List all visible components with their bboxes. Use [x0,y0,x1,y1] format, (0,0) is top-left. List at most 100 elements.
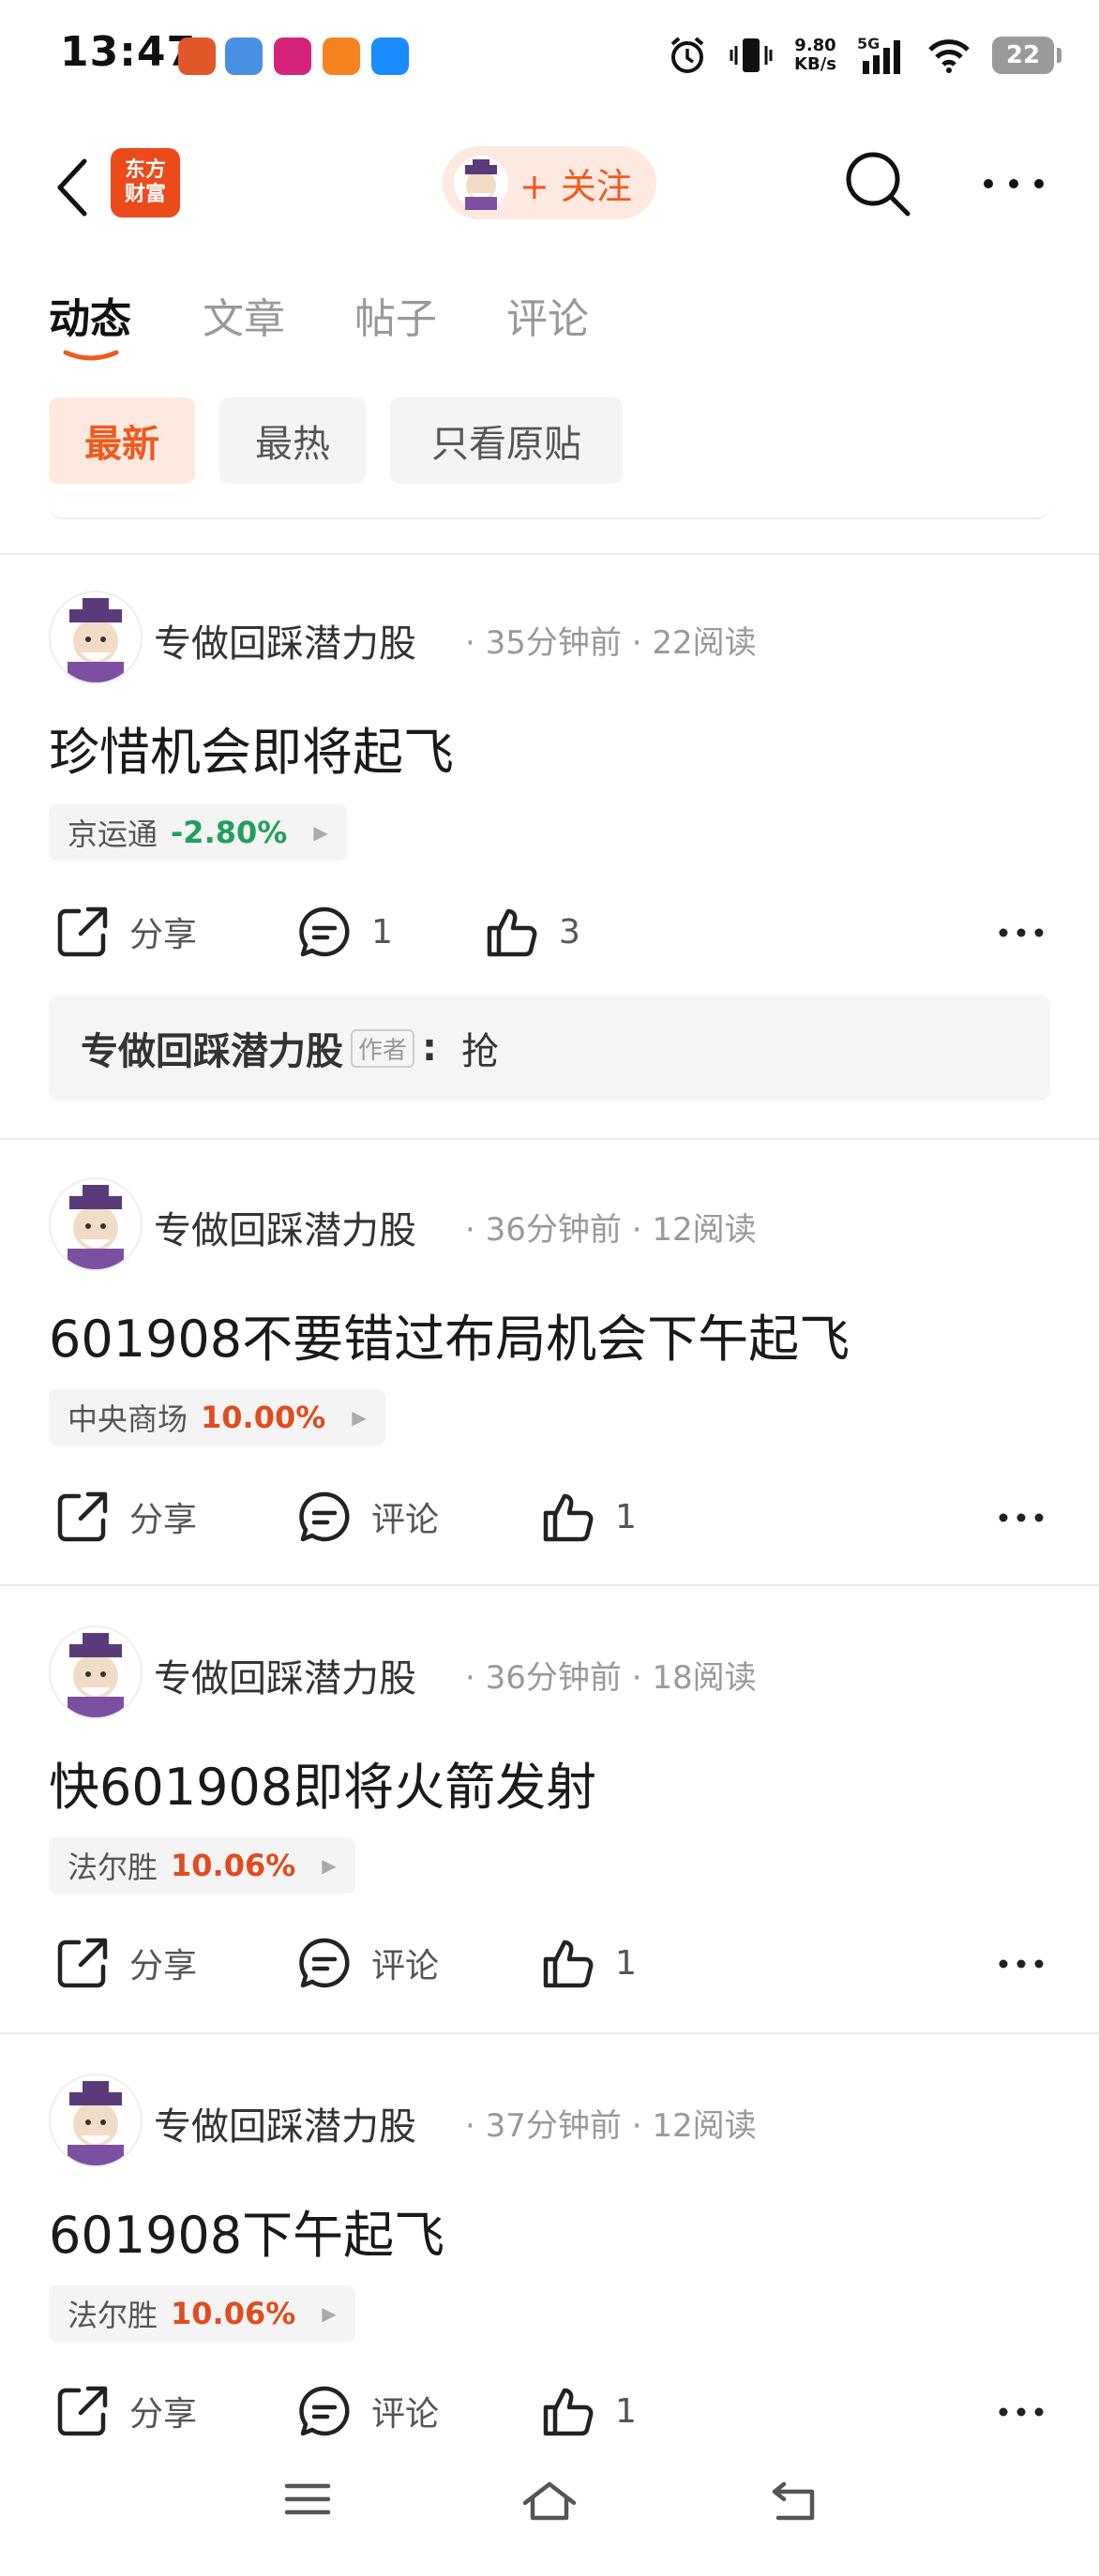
share-button[interactable]: 分享 [54,2383,197,2439]
share-icon [57,1938,108,1988]
stock-tag[interactable]: 中央商场 10.00% ▶ [49,1389,385,1445]
stock-name: 中央商场 [68,1401,188,1437]
comment-button[interactable]: 评论 [296,2383,439,2439]
comment-label: 评论 [371,2395,440,2434]
post-time: 36分钟前 [485,1211,622,1249]
stock-name: 法尔胜 [68,1850,158,1885]
author-avatar[interactable] [49,1625,143,1719]
tab-posts[interactable]: 帖子 [354,285,437,345]
post-more-icon[interactable] [998,1511,1045,1524]
like-button[interactable]: 1 [540,2383,637,2439]
comment-label: 评论 [371,1501,440,1539]
post-more-icon[interactable] [998,2405,1045,2419]
post-time: 37分钟前 [485,2107,622,2145]
wifi-icon [928,39,970,73]
net-unit: KB/s [794,54,836,74]
share-icon [57,1491,108,1542]
share-button[interactable]: 分享 [54,904,197,960]
share-icon [57,906,108,957]
stock-tag[interactable]: 京运通 -2.80% ▶ [49,804,347,861]
filter-original-only[interactable]: 只看原贴 [390,397,623,484]
home-nav-icon[interactable] [519,2479,580,2524]
author-name[interactable]: 专做回踩潜力股 [154,1648,416,1702]
author-name[interactable]: 专做回踩潜力股 [154,613,416,667]
author-avatar[interactable] [49,2074,143,2167]
comment-icon [299,2386,350,2436]
follow-button[interactable]: + 关注 [443,146,656,219]
signal-label: 5G [857,35,881,52]
back-arrow-icon[interactable] [49,150,101,225]
thumbs-up-icon [543,1939,594,1988]
post-title[interactable]: 快601908即将火箭发射 [49,1745,596,1820]
play-arrow-icon: ▶ [322,2302,337,2325]
vibrate-icon [730,38,773,72]
status-icons: 9.80 KB/s 5G 22 [667,28,1061,82]
filter-hot[interactable]: 最热 [219,397,366,484]
post-more-icon[interactable] [998,1957,1045,1970]
share-label: 分享 [129,2395,198,2434]
share-label: 分享 [129,1501,198,1539]
like-button[interactable]: 3 [484,904,580,960]
post-time: 35分钟前 [485,624,622,662]
eastmoney-logo: 东方财富 [111,148,180,217]
filter-latest[interactable]: 最新 [49,397,195,484]
tab-articles[interactable]: 文章 [203,285,285,345]
post-meta: · 37分钟前 · 12阅读 [465,2107,757,2145]
thumbs-up-icon [543,1493,594,1542]
comment-text: 抢 [461,1030,500,1073]
like-count: 1 [615,1943,637,1983]
comment-colon: : [422,1026,438,1070]
divider [0,2032,1099,2034]
menu-nav-icon[interactable] [283,2479,332,2520]
post-time: 36分钟前 [485,1659,622,1697]
back-nav-icon[interactable] [769,2479,821,2524]
play-arrow-icon: ▶ [352,1406,367,1429]
post-title[interactable]: 珍惜机会即将起飞 [49,711,454,785]
stock-tag[interactable]: 法尔胜 10.06% ▶ [49,2285,355,2342]
share-button[interactable]: 分享 [54,1935,197,1991]
thumbs-up-icon [543,2388,594,2436]
post-meta: · 36分钟前 · 12阅读 [465,1211,757,1249]
stock-tag[interactable]: 法尔胜 10.06% ▶ [49,1837,355,1894]
search-icon[interactable] [842,148,913,219]
post-more-icon[interactable] [998,926,1045,939]
notification-app-icon [225,37,263,75]
play-arrow-icon: ▶ [313,821,328,844]
comment-author: 专做回踩潜力股 [81,1030,343,1073]
like-count: 1 [615,2391,637,2431]
comment-label: 评论 [371,1947,440,1985]
alarm-icon [670,37,704,73]
comment-button[interactable]: 1 [296,904,393,960]
author-avatar[interactable] [49,591,143,684]
stock-change: 10.06% [171,2296,296,2331]
battery-indicator: 22 [992,37,1061,74]
logo-text: 东方财富 [124,158,166,206]
post-reads: 22阅读 [652,624,757,662]
post-title[interactable]: 601908不要错过布局机会下午起飞 [49,1297,850,1371]
post-reads: 12阅读 [652,2107,757,2145]
post-reads: 18阅读 [652,1659,757,1697]
divider [0,1584,1099,1586]
post-meta: · 36分钟前 · 18阅读 [465,1659,757,1697]
tab-comments[interactable]: 评论 [506,285,589,345]
like-button[interactable]: 1 [540,1935,637,1991]
tab-dynamic[interactable]: 动态 [49,285,131,345]
comment-preview[interactable]: 专做回踩潜力股 作者 : 抢 [49,996,1050,1101]
comment-button[interactable]: 评论 [296,1489,439,1545]
stock-name: 京运通 [68,816,158,852]
stock-change: 10.00% [201,1400,326,1435]
comment-button[interactable]: 评论 [296,1935,439,1991]
author-avatar[interactable] [49,1177,143,1271]
divider [0,553,1099,555]
stock-name: 法尔胜 [68,2298,158,2333]
author-name[interactable]: 专做回踩潜力股 [154,1200,416,1254]
more-options-icon[interactable] [981,174,1046,193]
post-title[interactable]: 601908下午起飞 [49,2194,444,2268]
author-name[interactable]: 专做回踩潜力股 [154,2096,416,2150]
like-button[interactable]: 1 [540,1489,637,1545]
post-reads: 12阅读 [652,1211,757,1249]
comment-icon [299,906,350,957]
share-button[interactable]: 分享 [54,1489,197,1545]
comment-icon [299,1491,350,1542]
divider [0,1138,1099,1140]
